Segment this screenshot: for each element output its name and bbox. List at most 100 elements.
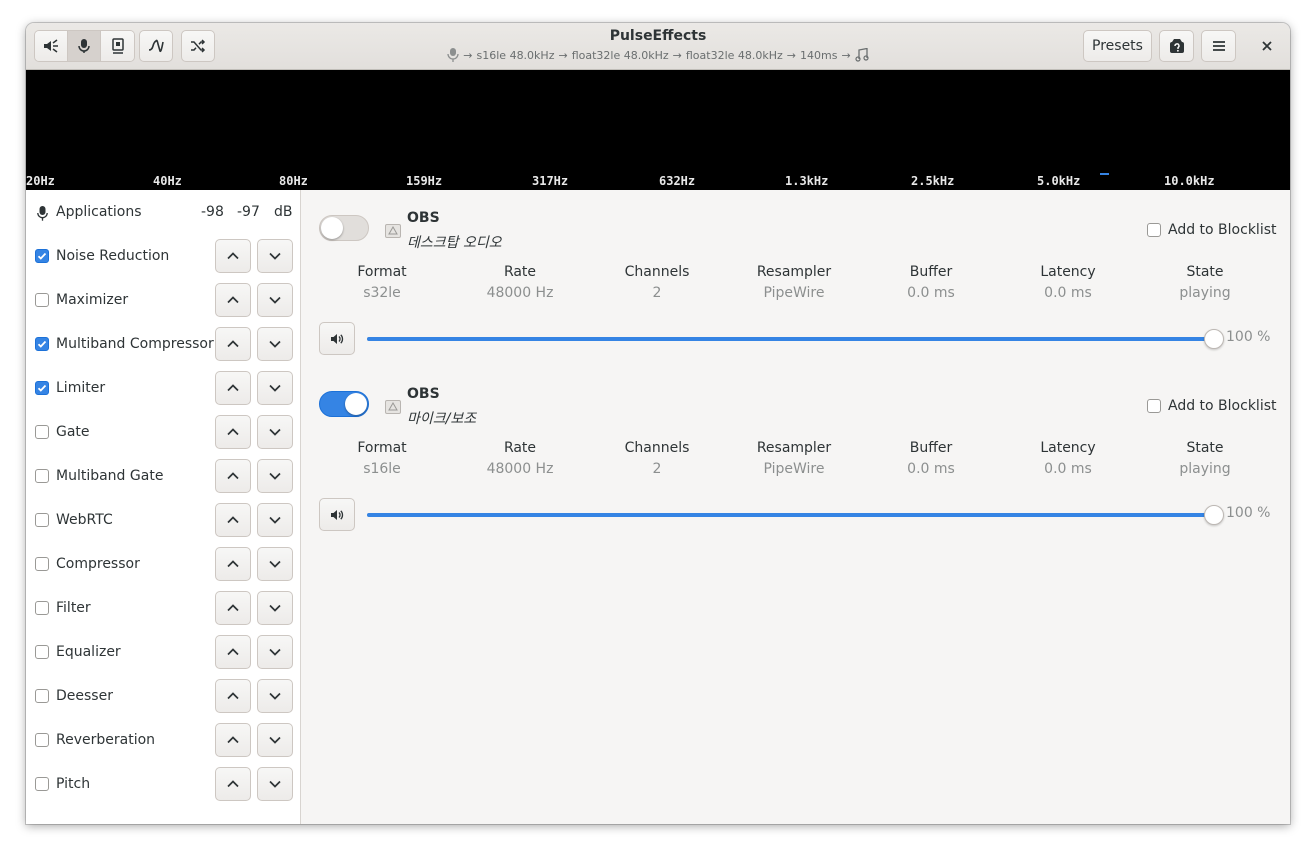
plugin-label: Gate bbox=[56, 424, 90, 440]
blocklist-toggle[interactable]: Add to Blocklist bbox=[1147, 398, 1277, 414]
plugin-row[interactable]: Equalizer bbox=[26, 630, 300, 674]
plugin-enable-checkbox[interactable] bbox=[35, 557, 49, 571]
plugin-row[interactable]: Multiband Gate bbox=[26, 454, 300, 498]
stream-name: OBS bbox=[407, 210, 440, 226]
stream-card: OBS 데스크탑 오디오 Add to Blocklist Format s32le Ra… bbox=[301, 210, 1290, 386]
plugin-enable-checkbox[interactable] bbox=[35, 381, 49, 395]
checkmark-icon bbox=[37, 252, 47, 260]
move-up-button[interactable] bbox=[215, 415, 251, 449]
volume-slider[interactable] bbox=[367, 505, 1224, 525]
plugin-row[interactable]: Multiband Compressor bbox=[26, 322, 300, 366]
move-up-button[interactable] bbox=[215, 503, 251, 537]
blocklist-checkbox[interactable] bbox=[1147, 399, 1161, 413]
pipeline-separator: → bbox=[841, 48, 851, 62]
plugin-row[interactable]: Maximizer bbox=[26, 278, 300, 322]
plugin-enable-checkbox[interactable] bbox=[35, 601, 49, 615]
move-up-button[interactable] bbox=[215, 327, 251, 361]
chevron-down-icon bbox=[269, 296, 281, 304]
column-header: Buffer bbox=[909, 264, 953, 280]
close-button[interactable] bbox=[1252, 30, 1282, 62]
plugin-enable-checkbox[interactable] bbox=[35, 645, 49, 659]
move-up-button[interactable] bbox=[215, 635, 251, 669]
plugin-row[interactable]: Gate bbox=[26, 410, 300, 454]
volume-icon bbox=[331, 509, 344, 520]
volume-percent: 100 % bbox=[1226, 505, 1271, 521]
move-up-button[interactable] bbox=[215, 547, 251, 581]
plugin-row[interactable]: Reverberation bbox=[26, 718, 300, 762]
plugin-enable-checkbox[interactable] bbox=[35, 777, 49, 791]
pipeline-separator: → bbox=[786, 48, 797, 62]
move-up-button[interactable] bbox=[215, 767, 251, 801]
plugin-row[interactable]: Noise Reduction bbox=[26, 234, 300, 278]
pipeline-stage: float32le 48.0kHz bbox=[571, 48, 669, 62]
plugin-enable-checkbox[interactable] bbox=[35, 249, 49, 263]
blocklist-toggle[interactable]: Add to Blocklist bbox=[1147, 222, 1277, 238]
plugin-enable-checkbox[interactable] bbox=[35, 293, 49, 307]
chevron-up-icon bbox=[227, 428, 239, 436]
spectrum-analyzer: 20Hz 40Hz 80Hz 159Hz 317Hz 632Hz 1.3kHz … bbox=[26, 70, 1290, 190]
chevron-up-icon bbox=[227, 604, 239, 612]
volume-slider-fill bbox=[367, 337, 1217, 341]
column-value: 0.0 ms bbox=[1044, 285, 1092, 301]
chevron-up-icon bbox=[227, 296, 239, 304]
column-header: State bbox=[1186, 440, 1224, 456]
plugin-row[interactable]: Pitch bbox=[26, 762, 300, 806]
column-header: Channels bbox=[624, 264, 690, 280]
plugin-label: Maximizer bbox=[56, 292, 129, 308]
move-down-button[interactable] bbox=[257, 635, 293, 669]
frequency-label: 20Hz bbox=[26, 174, 55, 188]
move-down-button[interactable] bbox=[257, 239, 293, 273]
move-down-button[interactable] bbox=[257, 591, 293, 625]
plugin-row[interactable]: WebRTC bbox=[26, 498, 300, 542]
chevron-up-icon bbox=[227, 648, 239, 656]
move-up-button[interactable] bbox=[215, 679, 251, 713]
help-button[interactable] bbox=[1159, 30, 1194, 62]
presets-button[interactable]: Presets bbox=[1083, 30, 1152, 62]
stream-enable-switch[interactable] bbox=[319, 391, 369, 417]
column-header: State bbox=[1186, 264, 1224, 280]
pipeline-stage: s16le 48.0kHz bbox=[476, 48, 555, 62]
plugin-row[interactable]: Limiter bbox=[26, 366, 300, 410]
move-up-button[interactable] bbox=[215, 459, 251, 493]
volume-slider-knob[interactable] bbox=[1204, 329, 1224, 349]
plugin-enable-checkbox[interactable] bbox=[35, 513, 49, 527]
plugin-enable-checkbox[interactable] bbox=[35, 733, 49, 747]
move-down-button[interactable] bbox=[257, 503, 293, 537]
plugin-enable-checkbox[interactable] bbox=[35, 689, 49, 703]
plugin-row[interactable]: Compressor bbox=[26, 542, 300, 586]
move-down-button[interactable] bbox=[257, 415, 293, 449]
move-down-button[interactable] bbox=[257, 283, 293, 317]
blocklist-checkbox[interactable] bbox=[1147, 223, 1161, 237]
move-up-button[interactable] bbox=[215, 371, 251, 405]
mute-button[interactable] bbox=[319, 322, 355, 355]
applications-item[interactable]: Applications -98 -97 dB bbox=[26, 190, 300, 234]
stream-info-column: Latency 0.0 ms bbox=[998, 440, 1138, 477]
column-value: 0.0 ms bbox=[907, 285, 955, 301]
main-menu-button[interactable] bbox=[1201, 30, 1236, 62]
move-down-button[interactable] bbox=[257, 767, 293, 801]
move-down-button[interactable] bbox=[257, 679, 293, 713]
plugin-enable-checkbox[interactable] bbox=[35, 337, 49, 351]
plugin-row[interactable]: Filter bbox=[26, 586, 300, 630]
move-down-button[interactable] bbox=[257, 723, 293, 757]
plugin-enable-checkbox[interactable] bbox=[35, 425, 49, 439]
move-up-button[interactable] bbox=[215, 239, 251, 273]
move-down-button[interactable] bbox=[257, 459, 293, 493]
mute-button[interactable] bbox=[319, 498, 355, 531]
move-down-button[interactable] bbox=[257, 371, 293, 405]
stream-description: 데스크탑 오디오 bbox=[407, 235, 502, 251]
move-up-button[interactable] bbox=[215, 283, 251, 317]
move-down-button[interactable] bbox=[257, 547, 293, 581]
volume-slider[interactable] bbox=[367, 329, 1224, 349]
move-up-button[interactable] bbox=[215, 723, 251, 757]
stream-enable-switch[interactable] bbox=[319, 215, 369, 241]
plugin-row[interactable]: Deesser bbox=[26, 674, 300, 718]
stream-info-column: Rate 48000 Hz bbox=[450, 264, 590, 301]
chevron-up-icon bbox=[227, 736, 239, 744]
frequency-label: 5.0kHz bbox=[1037, 174, 1081, 188]
level-unit: dB bbox=[274, 204, 293, 220]
move-down-button[interactable] bbox=[257, 327, 293, 361]
volume-slider-knob[interactable] bbox=[1204, 505, 1224, 525]
move-up-button[interactable] bbox=[215, 591, 251, 625]
plugin-enable-checkbox[interactable] bbox=[35, 469, 49, 483]
